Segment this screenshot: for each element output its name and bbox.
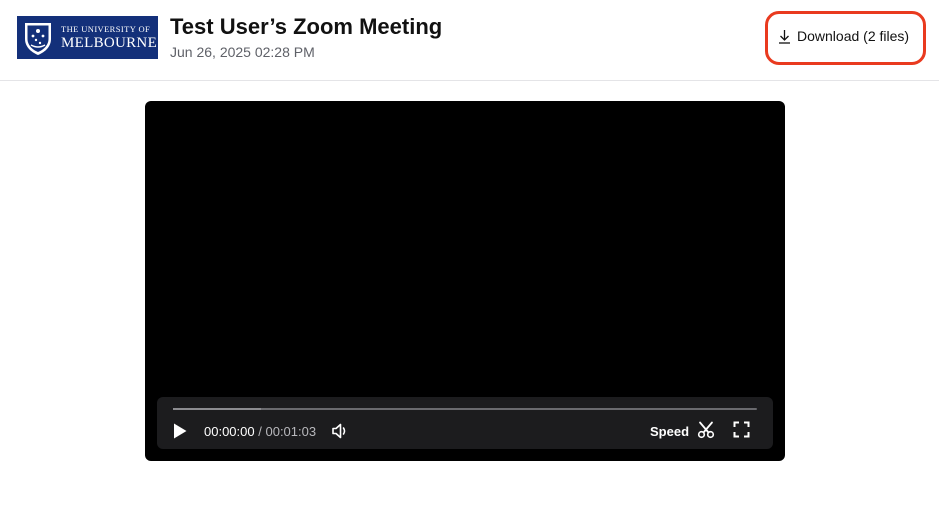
buffer-bar: [173, 408, 261, 410]
page-header: THE UNIVERSITY OF MELBOURNE Test User’s …: [0, 0, 939, 81]
time-display: 00:00:00 / 00:01:03: [204, 424, 316, 439]
video-player[interactable]: 00:00:00 / 00:01:03 Speed: [145, 101, 785, 461]
current-time: 00:00:00: [204, 424, 255, 439]
fullscreen-icon[interactable]: [733, 421, 750, 438]
speed-button[interactable]: Speed: [650, 424, 689, 439]
logo-line-1: THE UNIVERSITY OF: [61, 23, 151, 34]
download-icon: [779, 29, 790, 44]
scissors-icon[interactable]: [697, 421, 715, 439]
university-crest-icon: [25, 23, 51, 55]
download-highlight: Download (2 files): [765, 11, 926, 65]
video-controls: 00:00:00 / 00:01:03 Speed: [157, 397, 773, 449]
play-icon[interactable]: [172, 422, 188, 440]
progress-bar[interactable]: [173, 408, 757, 410]
total-time: 00:01:03: [265, 424, 317, 439]
time-separator: /: [258, 424, 262, 439]
university-logo[interactable]: THE UNIVERSITY OF MELBOURNE: [17, 16, 158, 59]
volume-icon[interactable]: [331, 422, 349, 440]
download-label: Download (2 files): [797, 28, 910, 44]
meeting-title: Test User’s Zoom Meeting: [170, 14, 443, 39]
download-button[interactable]: Download (2 files): [778, 28, 909, 44]
logo-line-2: MELBOURNE: [61, 34, 158, 51]
meeting-date: Jun 26, 2025 02:28 PM: [170, 44, 315, 60]
